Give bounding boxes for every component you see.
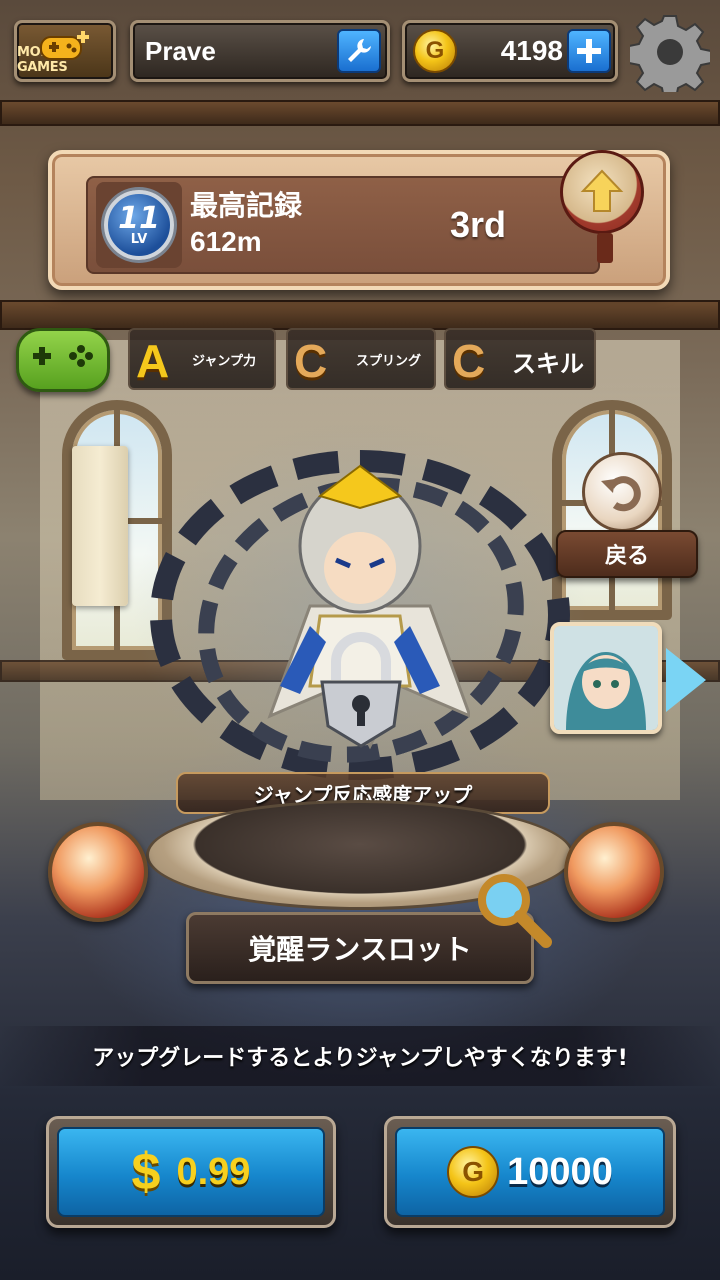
stat-grade: A [136, 335, 170, 387]
rank: 3rd [450, 204, 507, 245]
stat-label: ジャンプ力 [192, 354, 256, 369]
stat-spring: C スプリング [286, 328, 436, 390]
best-distance: 612m [190, 226, 262, 257]
stat-grade: C [452, 335, 486, 387]
character-portrait-image [554, 626, 658, 730]
lock-icon [320, 632, 402, 748]
coin-icon: G [413, 29, 457, 73]
right-orb [564, 822, 664, 922]
next-character-portrait[interactable] [550, 622, 662, 734]
undo-icon [601, 476, 641, 512]
coin-balance-bar: G 4198 [402, 20, 618, 82]
back-button[interactable]: 戻る [556, 530, 698, 578]
more-games-button[interactable]: MORE GAMES [14, 20, 116, 82]
wall-scroll [72, 446, 128, 606]
stat-skill: C スキル [444, 328, 596, 390]
coin-balance: 4198 [500, 35, 563, 66]
plus-icon [577, 39, 601, 63]
stat-label: スプリング [356, 354, 422, 369]
player-name: Prave [145, 35, 216, 66]
edit-name-button[interactable] [337, 29, 381, 73]
left-orb [48, 822, 148, 922]
gamepad-icon [33, 345, 93, 367]
ceiling-beam [0, 100, 720, 126]
price: 0.99 [176, 1150, 251, 1193]
level-badge-icon: 11 LV [96, 182, 182, 268]
up-arrow-icon [580, 169, 624, 212]
level-circle: 11 LV [104, 190, 174, 260]
leaderboard-button[interactable] [560, 150, 644, 263]
stat-grade: C [294, 335, 328, 387]
undo-button[interactable] [582, 452, 662, 532]
buy-with-coins-inner: G 10000 [395, 1127, 665, 1217]
level-number: 11 [118, 200, 160, 236]
ceiling-beam [0, 300, 720, 330]
magnifier-icon[interactable] [470, 866, 554, 950]
buy-with-money-inner: $ 0.99 [57, 1127, 325, 1217]
gamepad-button[interactable] [16, 328, 110, 392]
gear-icon[interactable] [630, 12, 710, 92]
level-label: LV [130, 231, 148, 247]
coin-cost: 10000 [507, 1150, 613, 1193]
dollar-icon: $ [131, 1143, 161, 1201]
stat-label: スキル [512, 350, 584, 378]
next-arrow-icon[interactable] [666, 648, 706, 712]
buy-with-money-button[interactable]: $ 0.99 [46, 1116, 336, 1228]
coin-icon: G [447, 1146, 500, 1198]
upgrade-description: アップグレードするとよりジャンプしやすくなります! [0, 1026, 720, 1086]
stat-jump-power: A ジャンプ力 [128, 328, 276, 390]
wrench-icon [348, 39, 371, 62]
gamepad-plus-icon [40, 31, 89, 60]
player-name-bar: Prave [130, 20, 390, 82]
buy-with-coins-button[interactable]: G 10000 [384, 1116, 676, 1228]
best-record-label: 最高記録 [190, 189, 303, 222]
record-inner: 11 LV 最高記録 612m 3rd [86, 176, 600, 274]
add-coins-button[interactable] [567, 29, 611, 73]
